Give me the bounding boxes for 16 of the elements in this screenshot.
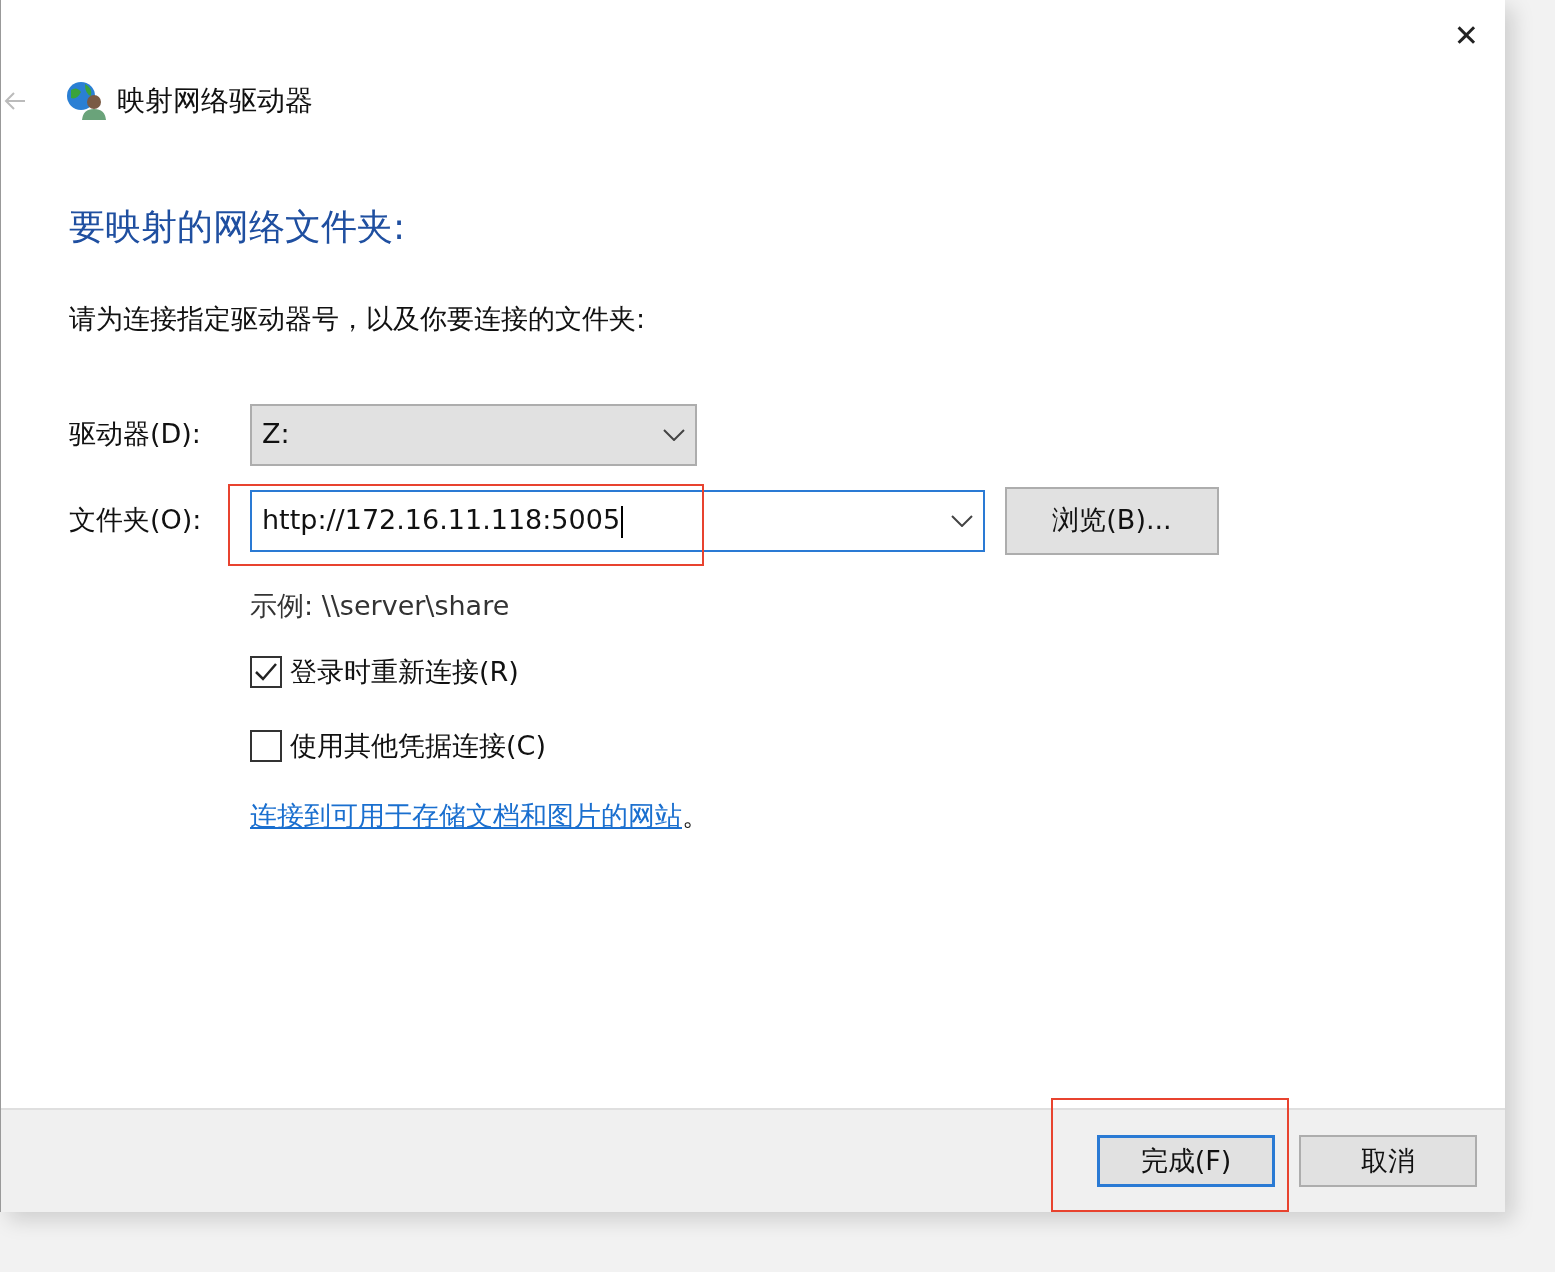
- cancel-button[interactable]: 取消: [1299, 1135, 1477, 1187]
- folder-combobox[interactable]: http://172.16.11.118:5005: [250, 489, 985, 552]
- browse-button[interactable]: 浏览(B)...: [1005, 486, 1219, 555]
- website-link[interactable]: 连接到可用于存储文档和图片的网站: [250, 796, 682, 837]
- folder-label: 文件夹(O):: [69, 503, 203, 538]
- finish-button[interactable]: 完成(F): [1097, 1135, 1275, 1187]
- drive-dropdown[interactable]: Z:: [250, 403, 697, 466]
- close-button[interactable]: ✕: [1453, 6, 1479, 66]
- example-text: 示例: \\server\share: [250, 588, 511, 623]
- checkbox-label: 使用其他凭据连接(C): [290, 728, 546, 763]
- period-text: 。: [682, 799, 709, 833]
- instruction-text: 请为连接指定驱动器号，以及你要连接的文件夹:: [69, 302, 647, 336]
- section-heading: 要映射的网络文件夹:: [69, 205, 407, 249]
- drive-label: 驱动器(D):: [69, 417, 202, 452]
- checkbox-label: 登录时重新连接(R): [290, 655, 519, 689]
- window-title: 映射网络驱动器: [117, 83, 313, 119]
